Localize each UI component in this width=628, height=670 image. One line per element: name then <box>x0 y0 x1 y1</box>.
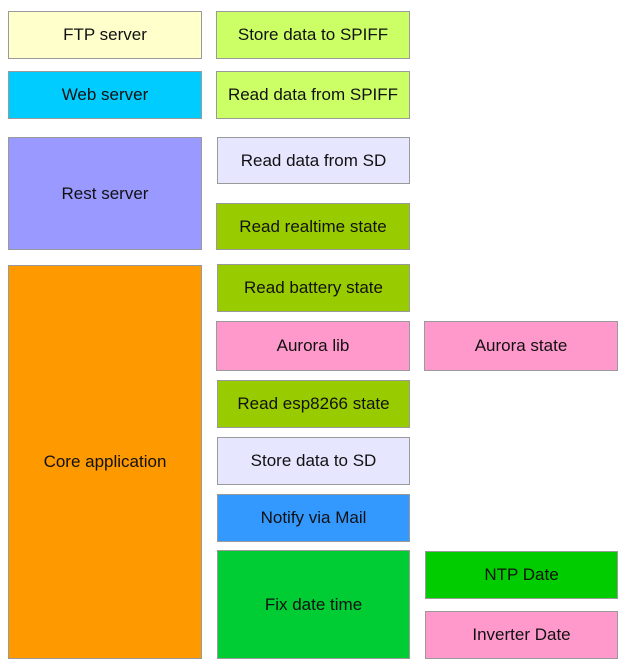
box-label: FTP server <box>63 25 147 44</box>
notify-via-mail-box: Notify via Mail <box>217 494 410 542</box>
read-data-from-spiff-box: Read data from SPIFF <box>216 71 410 119</box>
box-label: Read esp8266 state <box>237 394 390 413</box>
core-application-box: Core application <box>8 265 202 659</box>
store-data-to-spiff-box: Store data to SPIFF <box>216 11 410 59</box>
box-label: Rest server <box>61 183 149 203</box>
read-data-from-sd-box: Read data from SD <box>217 137 410 184</box>
web-server-box: Web server <box>8 71 202 119</box>
box-label: Notify via Mail <box>260 508 367 527</box>
box-label: NTP Date <box>484 565 559 584</box>
box-label: Fix date time <box>264 594 363 614</box>
box-label: Read battery state <box>244 278 383 297</box>
box-label: Inverter Date <box>472 625 571 644</box>
box-label: Web server <box>61 85 149 104</box>
read-esp8266-state-box: Read esp8266 state <box>217 380 410 428</box>
aurora-lib-box: Aurora lib <box>216 321 410 371</box>
box-label: Core application <box>43 452 167 471</box>
inverter-date-box: Inverter Date <box>425 611 618 659</box>
ntp-date-box: NTP Date <box>425 551 618 599</box>
read-realtime-state-box: Read realtime state <box>216 203 410 250</box>
fix-date-time-box: Fix date time <box>217 550 410 659</box>
store-data-to-sd-box: Store data to SD <box>217 437 410 485</box>
ftp-server-box: FTP server <box>8 11 202 59</box>
rest-server-box: Rest server <box>8 137 202 250</box>
read-battery-state-box: Read battery state <box>217 264 410 312</box>
box-label: Aurora lib <box>276 336 350 355</box>
box-label: Store data to SD <box>250 451 377 470</box>
box-label: Aurora state <box>474 336 568 355</box>
box-label: Store data to SPIFF <box>237 25 389 44</box>
box-label: Read data from SPIFF <box>227 85 399 104</box>
box-label: Read realtime state <box>239 216 387 236</box>
box-label: Read data from SD <box>240 150 387 170</box>
aurora-state-box: Aurora state <box>424 321 618 371</box>
